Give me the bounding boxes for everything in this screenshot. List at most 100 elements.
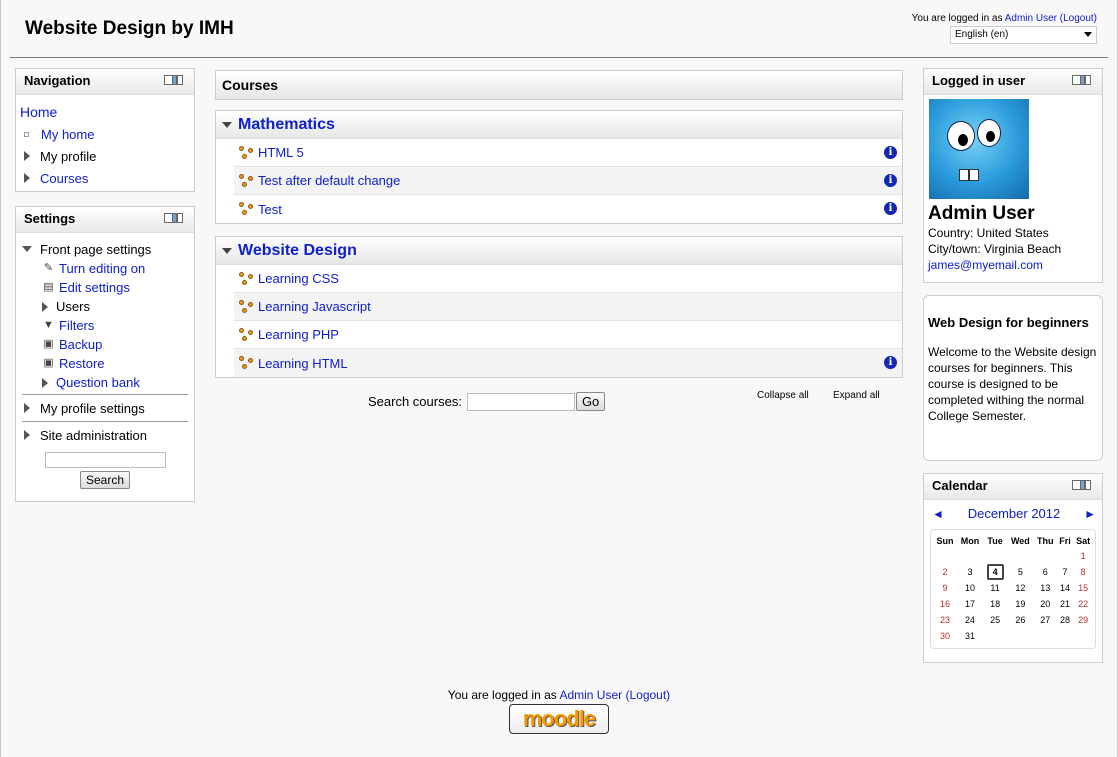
home-link[interactable]: Home (20, 104, 57, 120)
footer-user-link[interactable]: Admin User (559, 688, 622, 702)
settings-item-backup[interactable]: ▣ Backup (20, 335, 190, 354)
nav-item-my-profile[interactable]: My profile (20, 145, 190, 167)
calendar-day[interactable]: 13 (1034, 580, 1057, 596)
calendar-month-link[interactable]: December 2012 (968, 506, 1061, 521)
block-dock-icon[interactable] (164, 213, 186, 224)
settings-item-turn-editing-on[interactable]: ✎ Turn editing on (20, 259, 190, 278)
collapse-arrow-icon[interactable] (22, 246, 32, 252)
collapse-arrow-icon[interactable] (222, 247, 232, 254)
course-row[interactable]: Learning PHP (234, 321, 902, 349)
info-icon[interactable]: i (884, 202, 897, 215)
search-courses-input[interactable] (466, 392, 575, 411)
users-label[interactable]: Users (56, 299, 90, 314)
calendar-day[interactable]: 14 (1057, 580, 1073, 596)
course-link[interactable]: Test (258, 202, 282, 217)
info-icon[interactable]: i (884, 146, 897, 159)
calendar-day[interactable]: 6 (1034, 564, 1057, 580)
calendar-day[interactable]: 8 (1073, 564, 1093, 580)
calendar-day[interactable]: 26 (1007, 612, 1034, 628)
settings-item-front-page[interactable]: Front page settings (20, 239, 190, 259)
my-profile-settings-label[interactable]: My profile settings (40, 401, 145, 416)
expand-arrow-icon[interactable] (42, 301, 48, 312)
calendar-day[interactable]: 16 (933, 596, 957, 612)
course-row[interactable]: HTML 5 i (234, 139, 902, 167)
course-row[interactable]: Learning Javascript (234, 293, 902, 321)
expand-arrow-icon[interactable] (24, 430, 30, 440)
avatar[interactable] (929, 99, 1029, 199)
footer-logout-link[interactable]: (Logout) (625, 688, 670, 702)
next-month-icon[interactable]: ► (1084, 507, 1096, 521)
my-profile-label[interactable]: My profile (40, 149, 96, 164)
course-row[interactable]: Test i (234, 195, 902, 223)
nav-item-home[interactable]: Home (20, 101, 190, 123)
course-link[interactable]: Learning PHP (258, 327, 339, 342)
calendar-day[interactable]: 29 (1073, 612, 1093, 628)
category-header[interactable]: Mathematics (216, 111, 902, 139)
my-home-link[interactable]: My home (41, 127, 94, 142)
settings-item-my-profile-settings[interactable]: My profile settings (20, 397, 190, 419)
moodle-logo[interactable]: moodle (509, 704, 609, 734)
calendar-day[interactable]: 30 (933, 628, 957, 644)
calendar-day[interactable]: 21 (1057, 596, 1073, 612)
calendar-day[interactable]: 23 (933, 612, 957, 628)
course-row[interactable]: Learning HTML i (234, 349, 902, 377)
edit-settings-link[interactable]: Edit settings (59, 280, 130, 295)
info-icon[interactable]: i (884, 356, 897, 369)
calendar-day[interactable]: 3 (957, 564, 983, 580)
course-link[interactable]: Learning HTML (258, 356, 348, 371)
calendar-day[interactable]: 7 (1057, 564, 1073, 580)
go-button[interactable]: Go (575, 392, 606, 411)
courses-link[interactable]: Courses (40, 171, 88, 186)
calendar-day[interactable]: 20 (1034, 596, 1057, 612)
block-dock-icon[interactable] (164, 75, 186, 86)
front-page-settings-label[interactable]: Front page settings (40, 242, 151, 257)
logout-link[interactable]: (Logout) (1060, 13, 1097, 24)
collapse-arrow-icon[interactable] (222, 121, 232, 128)
user-name-link[interactable]: Admin User (1005, 13, 1057, 24)
calendar-day[interactable]: 11 (983, 580, 1007, 596)
settings-item-edit-settings[interactable]: ▤ Edit settings (20, 278, 190, 297)
expand-arrow-icon[interactable] (24, 403, 30, 413)
calendar-today[interactable]: 4 (986, 564, 1004, 580)
category-name-link[interactable]: Mathematics (238, 116, 335, 134)
settings-item-question-bank[interactable]: Question bank (20, 373, 190, 392)
filters-link[interactable]: Filters (59, 318, 94, 333)
settings-search-input[interactable] (44, 452, 166, 468)
calendar-day[interactable]: 10 (957, 580, 983, 596)
calendar-day[interactable]: 24 (957, 612, 983, 628)
calendar-day[interactable]: 15 (1073, 580, 1093, 596)
settings-item-users[interactable]: Users (20, 297, 190, 316)
course-link[interactable]: Learning Javascript (258, 299, 371, 314)
course-row[interactable]: Test after default change i (234, 167, 902, 195)
turn-editing-on-link[interactable]: Turn editing on (59, 261, 145, 276)
backup-link[interactable]: Backup (59, 337, 102, 352)
course-row[interactable]: Learning CSS (234, 265, 902, 293)
prev-month-icon[interactable]: ◄ (932, 507, 944, 521)
calendar-day[interactable]: 2 (933, 564, 957, 580)
settings-item-site-administration[interactable]: Site administration (20, 424, 190, 446)
user-email-link[interactable]: james@myemail.com (928, 258, 1043, 272)
collapse-all-link[interactable]: Collapse all (757, 390, 809, 401)
calendar-day[interactable]: 28 (1057, 612, 1073, 628)
settings-item-filters[interactable]: ▼ Filters (20, 316, 190, 335)
language-select[interactable]: English (en) (950, 26, 1097, 44)
calendar-day[interactable]: 1 (1073, 548, 1093, 564)
course-link[interactable]: HTML 5 (258, 145, 304, 160)
site-administration-label[interactable]: Site administration (40, 428, 147, 443)
restore-link[interactable]: Restore (59, 356, 105, 371)
expand-arrow-icon[interactable] (42, 377, 48, 388)
nav-item-my-home[interactable]: My home (20, 123, 190, 145)
calendar-day[interactable]: 5 (1007, 564, 1034, 580)
question-bank-link[interactable]: Question bank (56, 375, 140, 390)
category-name-link[interactable]: Website Design (238, 242, 357, 260)
category-header[interactable]: Website Design (216, 237, 902, 265)
calendar-day[interactable]: 4 (983, 564, 1007, 580)
settings-search-button[interactable]: Search (79, 471, 131, 489)
calendar-day[interactable]: 25 (983, 612, 1007, 628)
course-link[interactable]: Test after default change (258, 173, 400, 188)
settings-item-restore[interactable]: ▣ Restore (20, 354, 190, 373)
nav-item-courses[interactable]: Courses (20, 167, 190, 189)
block-dock-icon[interactable] (1072, 480, 1094, 491)
expand-arrow-icon[interactable] (24, 151, 30, 161)
calendar-day[interactable]: 31 (957, 628, 983, 644)
